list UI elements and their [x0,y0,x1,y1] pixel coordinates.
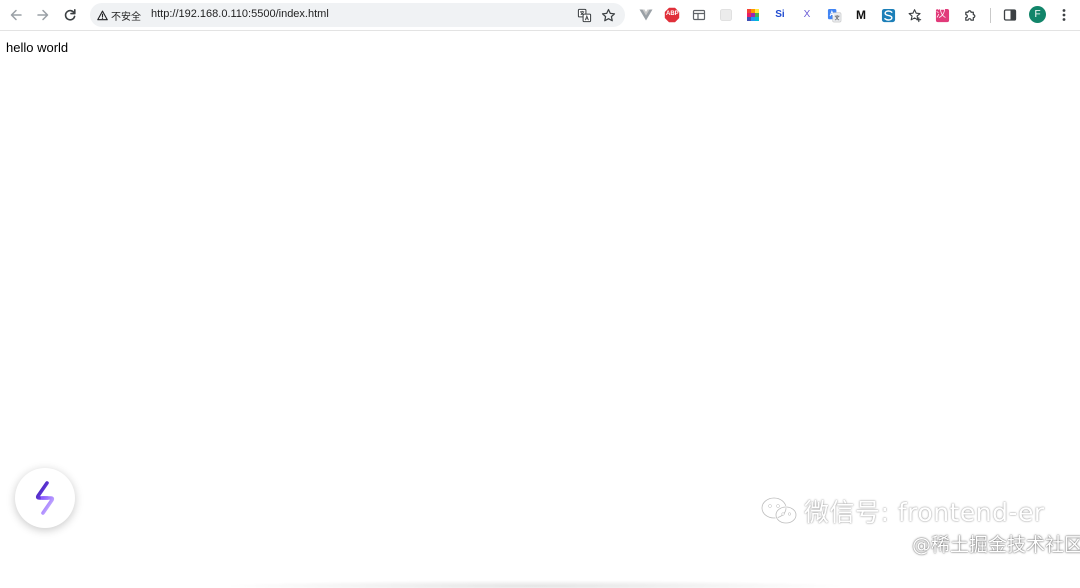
vue-devtools-icon[interactable] [636,5,656,25]
medium-icon[interactable]: M [851,5,871,25]
similarweb-label: Si [775,9,785,20]
chinese-ext-label: 汉 [936,9,946,20]
address-bar[interactable]: 不安全 http://192.168.0.110:5500/index.html [90,3,625,27]
page-body-text: hello world [6,40,69,55]
back-button[interactable] [4,3,28,27]
floating-action-button[interactable] [15,468,75,528]
google-translate-icon[interactable] [824,5,844,25]
profile-avatar[interactable]: F [1029,6,1046,23]
x-label: X [803,9,811,20]
arrow-right-icon [37,9,49,21]
bookmark-button[interactable] [598,5,618,25]
abp-label: ABP [666,11,679,17]
security-label: 不安全 [111,11,141,23]
translate-icon [577,8,591,22]
kebab-menu-icon [1062,9,1066,21]
wechat-watermark-text: 微信号: frontend-er [804,498,1045,527]
browser-toolbar: 不安全 http://192.168.0.110:5500/index.html [0,0,1080,31]
x-extension-icon[interactable]: X [797,5,817,25]
bottom-shadow [220,580,850,588]
wechat-watermark: 微信号: frontend-er [760,493,1045,529]
security-indicator[interactable]: 不安全 [94,6,144,24]
s-logo-icon [881,8,895,22]
translate-page-button[interactable] [574,5,594,25]
star-extension-icon[interactable] [905,5,925,25]
similarweb-icon[interactable]: Si [770,5,790,25]
colorzilla-icon[interactable] [743,5,763,25]
warning-triangle-icon [97,10,108,20]
medium-label: M [856,8,866,22]
google-translate-logo-icon [827,8,841,22]
puzzle-icon [964,9,975,21]
forward-button[interactable] [31,3,55,27]
wechat-logo-icon [760,496,798,525]
star-icon [601,8,615,21]
side-panel-icon [1003,9,1017,21]
tab-grid-icon [692,9,706,21]
browser-menu-button[interactable] [1054,5,1074,25]
adblock-plus-icon[interactable]: ABP [662,5,682,25]
chinese-extension-icon[interactable]: 汉 [932,5,952,25]
vue-logo-icon [639,9,653,21]
juejin-watermark: @稀土掘金技术社区 [912,534,1080,556]
tab-manager-icon[interactable] [689,5,709,25]
browser-window: 不安全 http://192.168.0.110:5500/index.html [0,0,1080,588]
profile-initial: F [1034,9,1041,20]
blank-square-icon [720,9,732,21]
reload-button[interactable] [58,3,82,27]
arrow-left-icon [10,9,22,21]
color-grid-icon [747,9,759,21]
url-text[interactable]: http://192.168.0.110:5500/index.html [151,8,329,20]
star-outline-icon [908,8,921,22]
blank-extension-icon[interactable] [716,5,736,25]
reload-icon [64,9,76,21]
lightning-logo-icon [35,481,55,515]
side-panel-button[interactable] [1000,5,1020,25]
extensions-menu-button[interactable] [960,5,980,25]
toolbar-divider [990,8,991,23]
sync-extension-icon[interactable] [878,5,898,25]
